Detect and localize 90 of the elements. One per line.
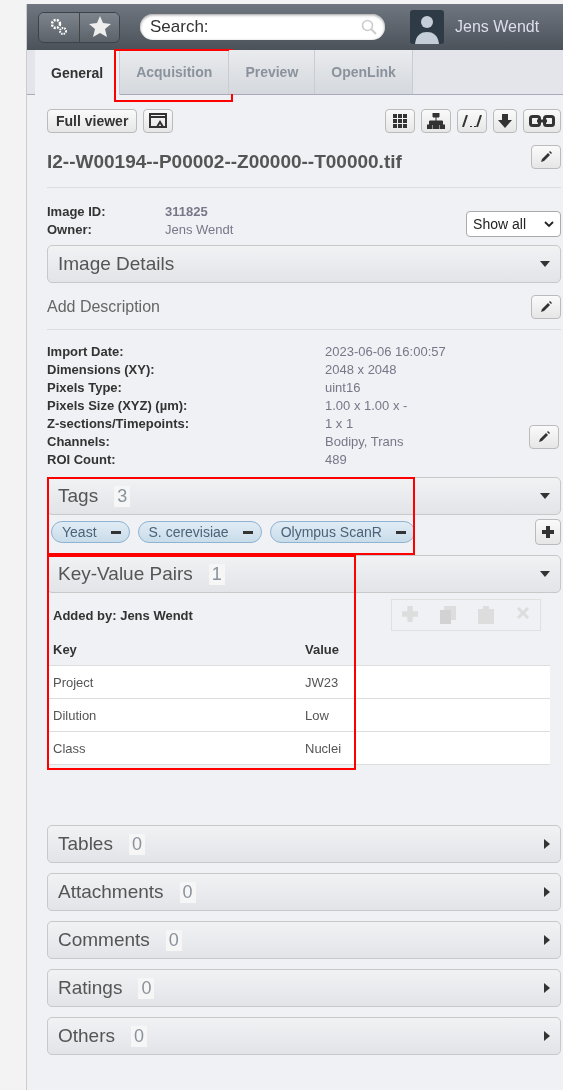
caret-right-icon[interactable] (544, 935, 550, 945)
tab[interactable]: General (35, 50, 121, 95)
table-cell: Low (299, 698, 550, 732)
section-header[interactable]: Attachments 0 (47, 873, 561, 911)
chevron-down-icon (544, 220, 554, 228)
section-header[interactable]: Tables 0 (47, 825, 561, 863)
caret-down-icon[interactable] (540, 261, 550, 267)
show-filter-dropdown[interactable]: Show all (466, 211, 561, 237)
field-label: Channels: (47, 434, 111, 449)
image-name: I2--W00194--P00002--Z00000--T00000.tif (47, 151, 402, 173)
field-value: 1.00 x 1.00 x - (325, 398, 409, 413)
count-badge: 0 (128, 833, 145, 855)
tags-header[interactable]: Tags 3 (47, 477, 561, 515)
hierarchy-icon (427, 113, 445, 129)
field-value: 311825 (165, 204, 209, 219)
add-tag-button[interactable] (535, 519, 561, 545)
user-menu[interactable]: Jens Wendt (455, 18, 540, 36)
caret-right-icon[interactable] (544, 887, 550, 897)
field-value: 2023-06-06 16:00:57 (325, 344, 446, 359)
field-label: Import Date: (47, 344, 125, 359)
table-cell: JW23 (299, 665, 550, 699)
plus-icon (542, 526, 554, 538)
section-header[interactable]: Ratings 0 (47, 969, 561, 1007)
key-value-header[interactable]: Key-Value Pairs 1 (47, 555, 561, 593)
hierarchy-button[interactable] (421, 109, 451, 133)
full-viewer-button[interactable]: Full viewer (47, 109, 138, 133)
download-button[interactable] (493, 109, 517, 133)
column-header: Value (299, 633, 550, 666)
caret-down-icon[interactable] (540, 493, 550, 499)
field-label: Z-sections/Timepoints: (47, 416, 191, 431)
slashes-icon (462, 115, 482, 127)
field-value: 489 (325, 452, 348, 467)
added-by-label: Added by: Jens Wendt (52, 607, 193, 623)
field-value: 2048 x 2048 (325, 362, 398, 377)
field-value: uint16 (325, 380, 362, 395)
caret-right-icon[interactable] (544, 839, 550, 849)
pencil-icon (538, 431, 550, 443)
field-label: Pixels Type: (47, 380, 123, 395)
field-label: Owner: (47, 222, 93, 237)
count-badge: 0 (179, 881, 196, 903)
caret-right-icon[interactable] (544, 1031, 550, 1041)
table-cell: Dilution (47, 698, 299, 732)
image-details-header[interactable]: Image Details (47, 245, 561, 283)
count-badge: 0 (138, 977, 155, 999)
section-header[interactable]: Comments 0 (47, 921, 561, 959)
search-field[interactable]: Search: (140, 14, 385, 40)
remove-icon[interactable] (110, 530, 121, 534)
field-value: 1 x 1 (325, 416, 355, 431)
field-value: Bodipy, Trans (325, 434, 405, 449)
pencil-icon (540, 151, 552, 163)
table-cell: Project (47, 665, 299, 699)
user-avatar-icon[interactable] (410, 10, 444, 44)
field-label: Pixels Size (XYZ) (µm): (47, 398, 189, 413)
window-icon (149, 113, 168, 129)
grid-icon (393, 114, 407, 128)
grid-button[interactable] (385, 109, 415, 133)
edit-button[interactable] (529, 425, 559, 449)
count-badge: 1 (208, 563, 225, 585)
link-button[interactable] (523, 109, 561, 133)
download-icon (498, 114, 512, 128)
table-cell: Nuclei (299, 731, 550, 765)
tag-chip[interactable]: Olympus ScanR (269, 521, 415, 543)
count-badge: 0 (131, 1025, 148, 1047)
table-cell: Class (47, 731, 299, 765)
remove-icon[interactable] (242, 530, 253, 534)
path-button[interactable] (457, 109, 487, 133)
pencil-icon (540, 301, 552, 313)
edit-button[interactable] (531, 145, 561, 169)
caret-down-icon[interactable] (540, 571, 550, 577)
tag-chip[interactable]: Yeast (51, 521, 130, 543)
link-icon (529, 115, 555, 127)
field-value: Jens Wendt (165, 222, 234, 237)
gear-icon (50, 18, 68, 36)
star-button[interactable] (79, 12, 119, 42)
column-header: Key (47, 633, 299, 666)
count-badge: 3 (114, 485, 131, 507)
settings-button[interactable] (39, 12, 79, 42)
search-icon (361, 19, 377, 35)
open-window-button[interactable] (143, 109, 174, 133)
search-input[interactable]: Search: (150, 15, 361, 39)
field-label: Dimensions (XY): (47, 362, 156, 377)
remove-icon[interactable] (395, 530, 406, 534)
section-header[interactable]: Others 0 (47, 1017, 561, 1055)
count-badge: 0 (165, 929, 182, 951)
caret-right-icon[interactable] (544, 983, 550, 993)
add-description-link[interactable]: Add Description (47, 298, 160, 316)
field-label: Image ID: (47, 204, 107, 219)
edit-button[interactable] (531, 295, 561, 319)
tag-chip[interactable]: S. cerevisiae (137, 521, 262, 543)
field-label: ROI Count: (47, 452, 117, 467)
